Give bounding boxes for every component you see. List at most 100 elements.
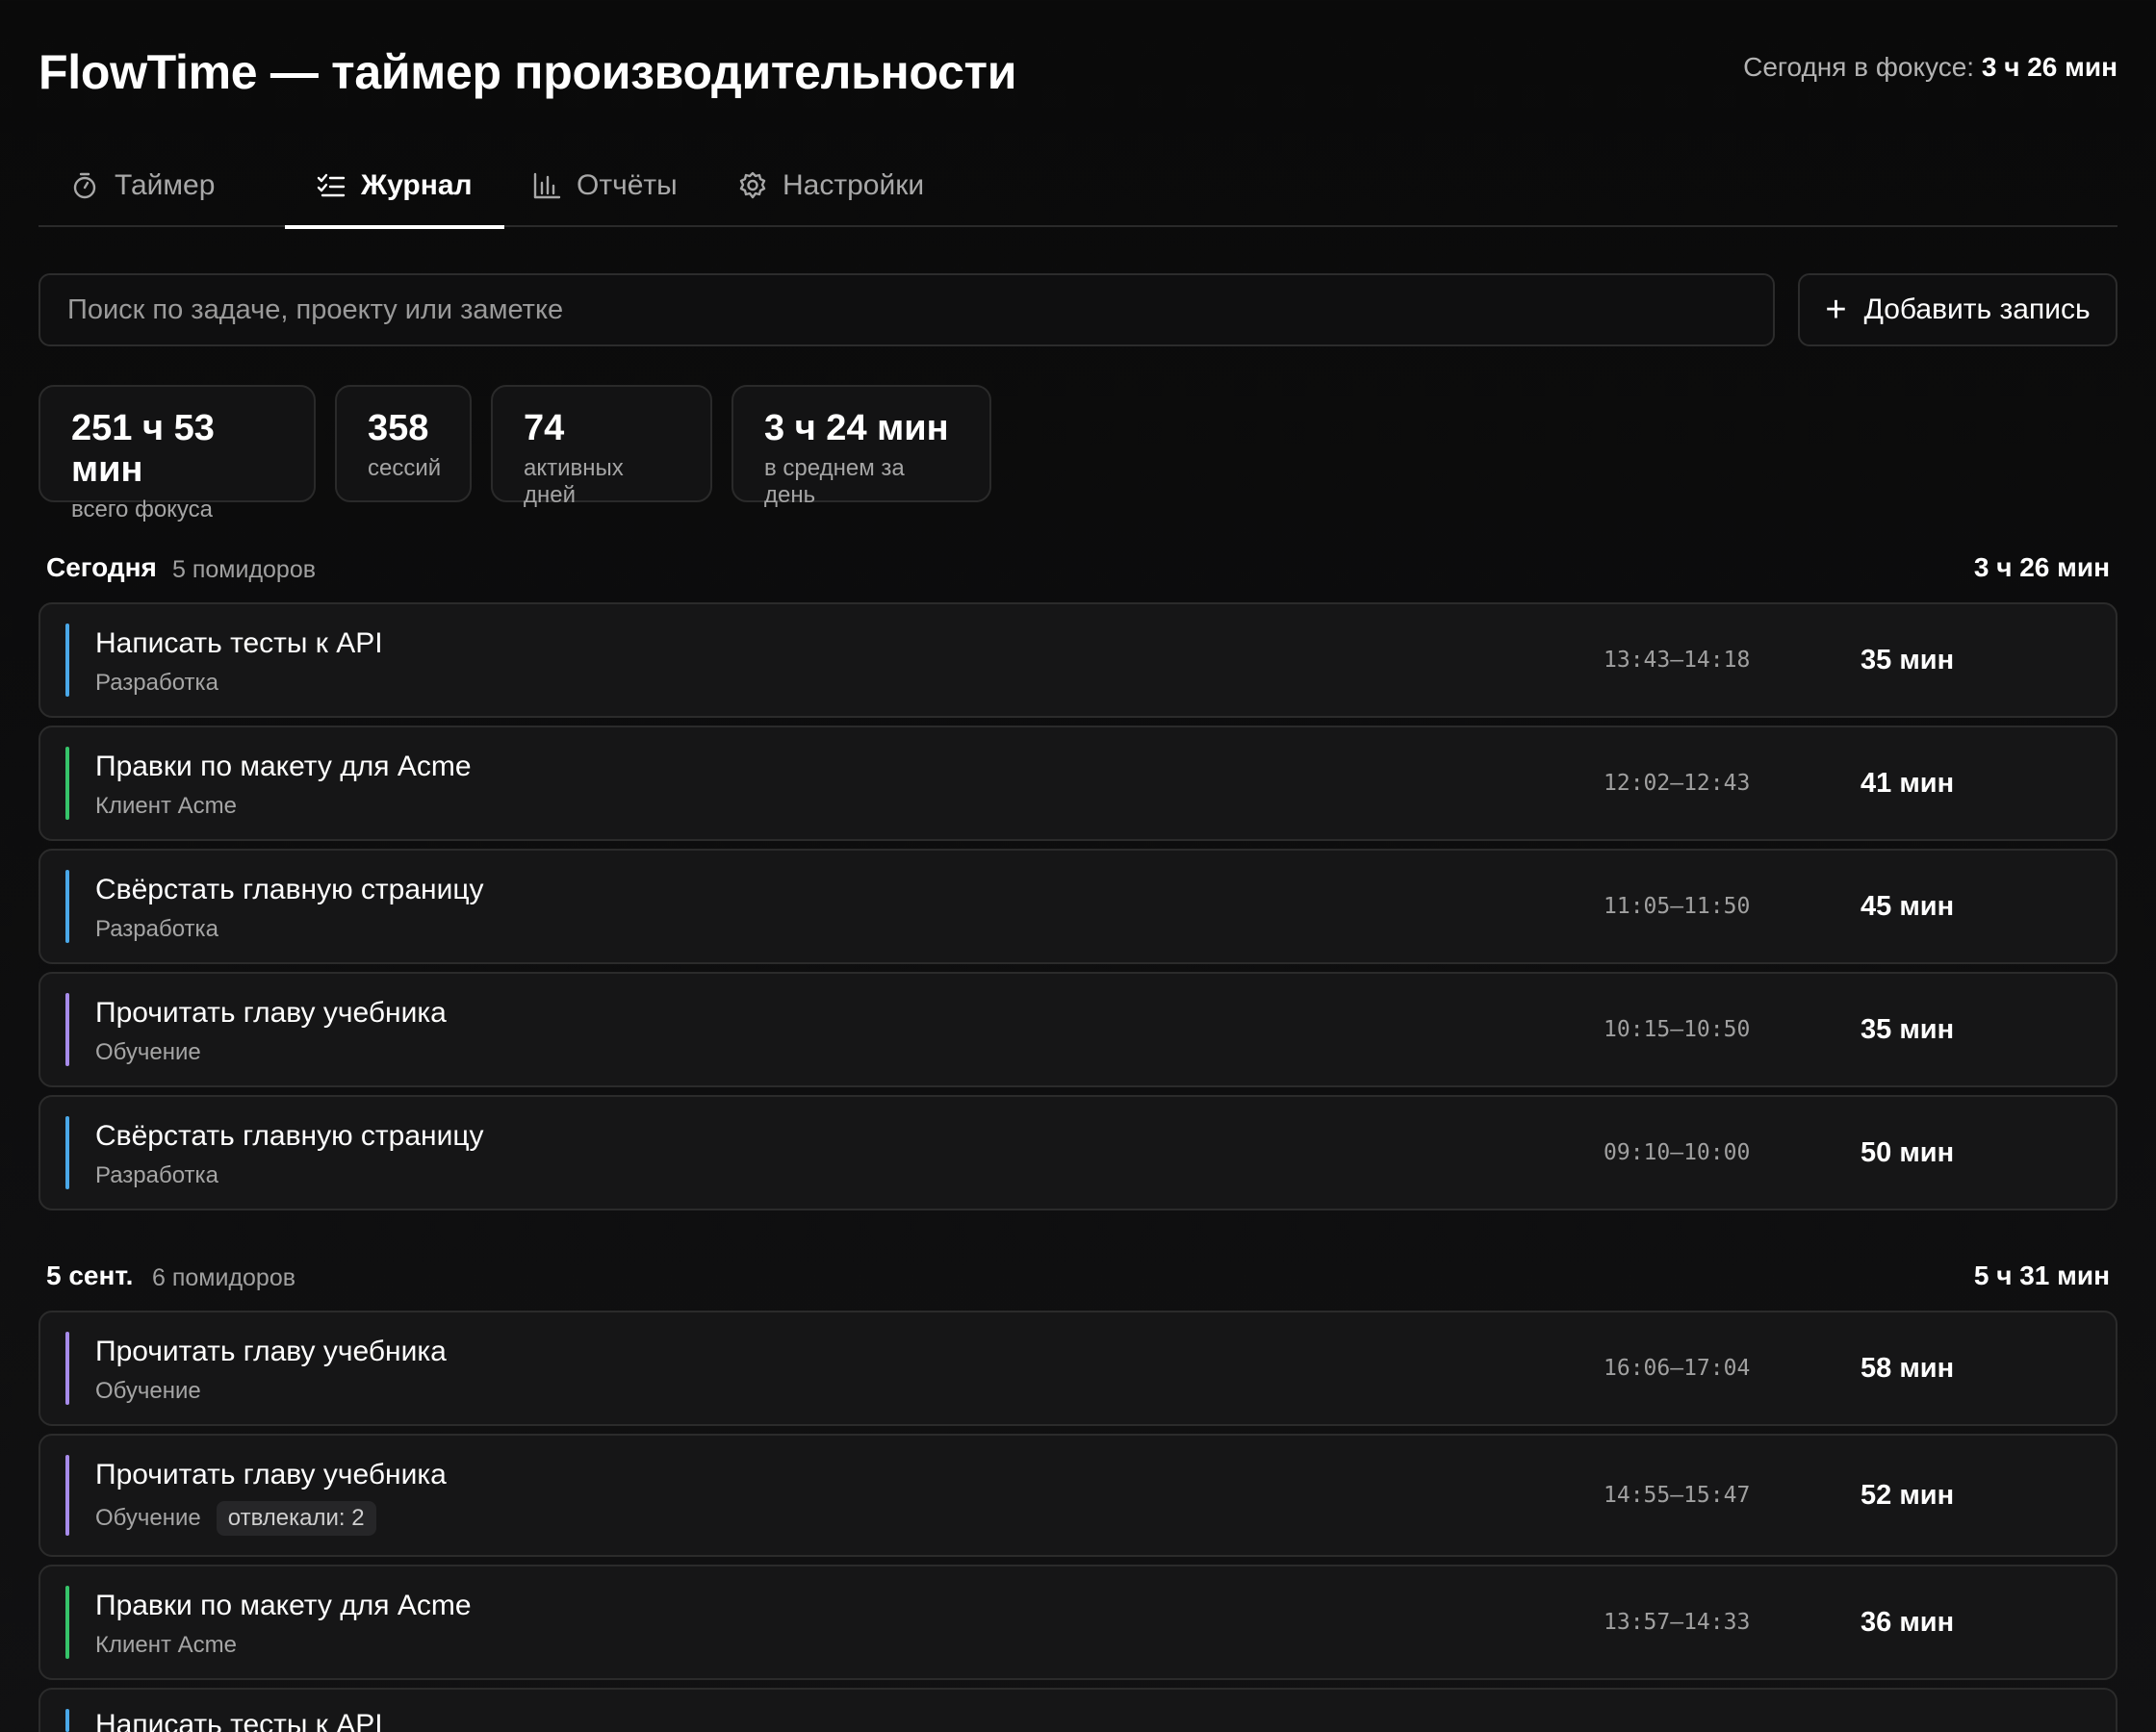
plus-icon: + <box>1825 290 1847 330</box>
stat-active-days: 74 активных дней <box>491 385 712 508</box>
entry-project: Разработка <box>95 1162 218 1189</box>
log-entry[interactable]: Написать тесты к API Разработка 13:43–14… <box>38 602 2118 718</box>
log-entry[interactable]: Написать тесты к API <box>38 1688 2118 1732</box>
entry-project: Обучение <box>95 1378 201 1405</box>
entry-project: Обучение отвлекали: 2 <box>95 1501 376 1536</box>
entry-duration: 58 мин <box>1861 1352 1955 1384</box>
tab-reports-label: Отчёты <box>577 169 678 201</box>
entry-task: Свёрстать главную страницу <box>95 874 484 905</box>
stat-value: 74 <box>524 408 565 448</box>
entry-task: Прочитать главу учебника <box>95 1336 447 1367</box>
stat-label: в среднем за день <box>764 455 905 508</box>
tab-timer-label: Таймер <box>115 169 216 201</box>
add-entry-label: Добавить запись <box>1863 293 2091 325</box>
entry-time-range: 09:10–10:00 <box>1604 1140 1751 1165</box>
focus-label: Сегодня в фокусе: <box>1743 52 1975 82</box>
entry-project: Разработка <box>95 670 218 697</box>
tab-reports[interactable]: Отчёты <box>532 144 678 227</box>
stat-label: активных дней <box>524 455 624 508</box>
entry-project-name: Обучение <box>95 1039 201 1065</box>
day-total: 5 ч 31 мин <box>1973 1261 2110 1290</box>
tab-settings-label: Настройки <box>783 169 925 201</box>
tab-timer[interactable]: Таймер <box>70 144 215 227</box>
project-color-bar <box>65 993 69 1066</box>
day-date: Сегодня <box>46 552 157 582</box>
day-total: 3 ч 26 мин <box>1973 552 2110 582</box>
day-date: 5 сент. <box>46 1261 134 1290</box>
log-entry[interactable]: Свёрстать главную страницу Разработка 11… <box>38 849 2118 964</box>
project-color-bar <box>65 870 69 943</box>
entry-time-range: 13:43–14:18 <box>1604 648 1751 673</box>
entry-time-range: 14:55–15:47 <box>1604 1483 1751 1508</box>
stat-value: 251 ч 53 мин <box>71 408 215 490</box>
project-color-bar <box>65 1709 69 1732</box>
tab-settings[interactable]: Настройки <box>738 144 924 227</box>
entry-task: Правки по макету для Acme <box>95 751 472 782</box>
log-entry[interactable]: Прочитать главу учебника Обучение 16:06–… <box>38 1311 2118 1426</box>
journal-page: FlowTime — таймер производительности Сег… <box>38 0 2118 1732</box>
log-entry[interactable]: Правки по макету для Acme Клиент Acme 12… <box>38 726 2118 841</box>
app-header: FlowTime — таймер производительности Сег… <box>38 38 2118 106</box>
stat-total-focus: 251 ч 53 мин всего фокуса <box>38 385 316 522</box>
log-entry[interactable]: Свёрстать главную страницу Разработка 09… <box>38 1095 2118 1210</box>
entry-duration: 50 мин <box>1861 1136 1955 1168</box>
distraction-badge: отвлекали: 2 <box>216 1501 376 1536</box>
entry-project-name: Клиент Acme <box>95 1632 237 1658</box>
entry-project: Обучение <box>95 1039 201 1066</box>
entry-duration: 52 мин <box>1861 1479 1955 1511</box>
entry-time-range: 12:02–12:43 <box>1604 771 1751 796</box>
entry-time-range: 13:57–14:33 <box>1604 1610 1751 1635</box>
entry-task: Прочитать главу учебника <box>95 997 447 1029</box>
entry-duration: 35 мин <box>1861 1013 1955 1045</box>
entry-project-name: Клиент Acme <box>95 793 237 819</box>
entry-project-name: Разработка <box>95 670 218 696</box>
bar-chart-icon <box>532 171 561 200</box>
checklist-icon <box>317 171 346 200</box>
stat-label: всего фокуса <box>71 497 214 522</box>
entry-time-range: 16:06–17:04 <box>1604 1356 1751 1381</box>
entry-project-name: Обучение <box>95 1505 201 1531</box>
entry-task: Правки по макету для Acme <box>95 1590 472 1621</box>
entry-duration: 36 мин <box>1861 1606 1955 1638</box>
entry-time-range: 11:05–11:50 <box>1604 894 1751 919</box>
stat-value: 3 ч 24 мин <box>764 408 949 448</box>
stat-label: сессий <box>368 455 442 481</box>
app-title: FlowTime — таймер производительности <box>38 45 1017 99</box>
gear-icon <box>738 171 767 200</box>
entry-duration: 35 мин <box>1861 644 1955 675</box>
entry-task: Прочитать главу учебника <box>95 1459 447 1490</box>
focus-summary: Сегодня в фокусе: 3 ч 26 мин <box>1743 52 2118 83</box>
project-color-bar <box>65 1455 69 1536</box>
entry-task: Свёрстать главную страницу <box>95 1120 484 1152</box>
day-pomodoro-count: 6 помидоров <box>152 1264 296 1291</box>
stat-value: 358 <box>368 408 429 448</box>
tab-journal-label: Журнал <box>361 169 473 201</box>
search-field[interactable] <box>38 273 1775 346</box>
entry-project-name: Разработка <box>95 1162 218 1188</box>
entry-project: Разработка <box>95 916 218 943</box>
log-entry[interactable]: Прочитать главу учебника Обучение 10:15–… <box>38 972 2118 1087</box>
tab-journal[interactable]: Журнал <box>285 144 504 229</box>
entry-project-name: Разработка <box>95 916 218 942</box>
entry-project: Клиент Acme <box>95 793 237 820</box>
day-header-sep-5: 5 сент. 6 помидоров 5 ч 31 мин <box>38 1253 2118 1301</box>
stat-sessions: 358 сессий <box>335 385 472 502</box>
day-pomodoro-count: 5 помидоров <box>172 556 317 583</box>
project-color-bar <box>65 747 69 820</box>
log-entry[interactable]: Правки по макету для Acme Клиент Acme 13… <box>38 1565 2118 1680</box>
entry-time-range: 10:15–10:50 <box>1604 1017 1751 1042</box>
project-color-bar <box>65 1586 69 1659</box>
stopwatch-icon <box>70 171 99 200</box>
entry-project-name: Обучение <box>95 1378 201 1404</box>
project-color-bar <box>65 1116 69 1189</box>
stat-daily-average: 3 ч 24 мин в среднем за день <box>732 385 991 508</box>
project-color-bar <box>65 1332 69 1405</box>
entry-task: Написать тесты к API <box>95 1709 383 1732</box>
search-input[interactable] <box>40 275 1773 344</box>
entry-task: Написать тесты к API <box>95 627 383 659</box>
log-entry[interactable]: Прочитать главу учебника Обучение отвлек… <box>38 1434 2118 1557</box>
entry-duration: 45 мин <box>1861 890 1955 922</box>
add-entry-button[interactable]: + Добавить запись <box>1798 273 2118 346</box>
day-header-today: Сегодня 5 помидоров 3 ч 26 мин <box>38 545 2118 593</box>
project-color-bar <box>65 624 69 697</box>
